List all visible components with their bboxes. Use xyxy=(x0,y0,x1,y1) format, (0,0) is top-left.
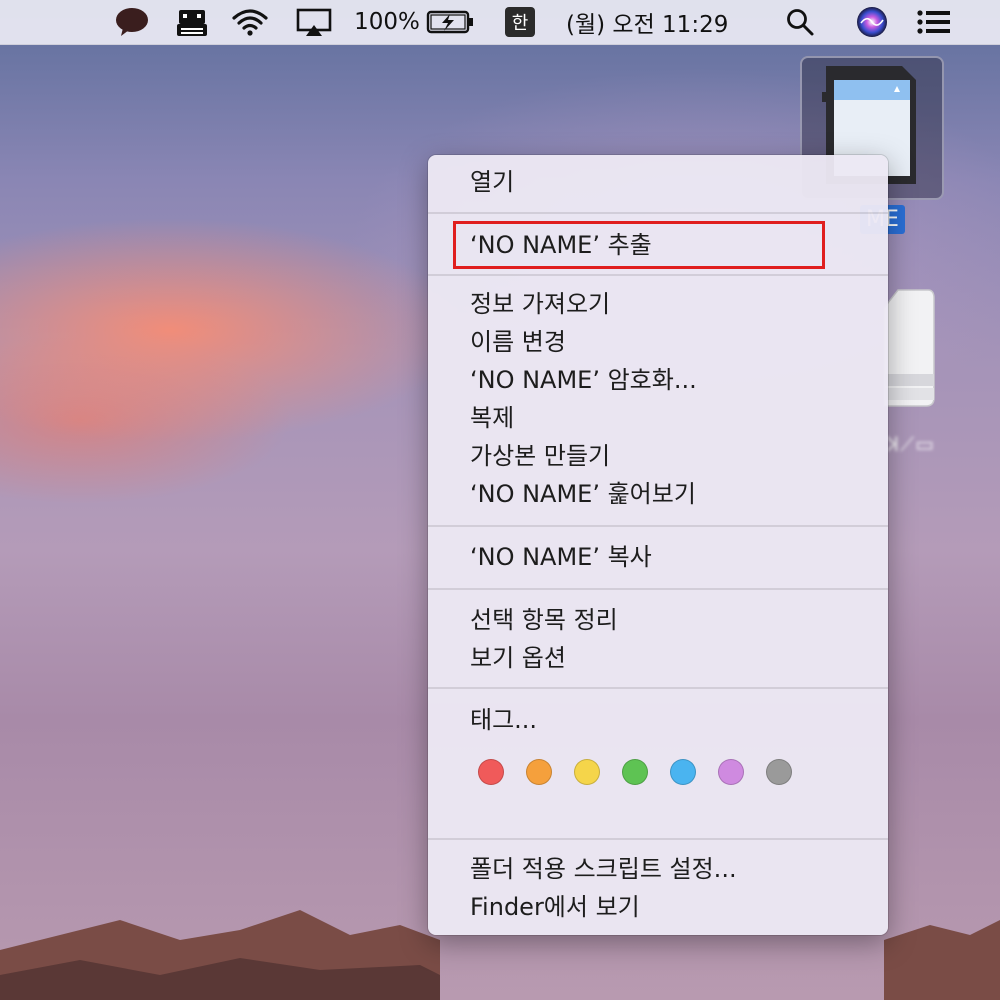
kakaotalk-icon[interactable] xyxy=(112,0,152,44)
menu-item-rename[interactable]: 이름 변경 xyxy=(428,323,888,361)
tag-color-dot[interactable] xyxy=(766,759,792,785)
menu-item-make-alias[interactable]: 가상본 만들기 xyxy=(428,437,888,475)
tag-color-dot[interactable] xyxy=(718,759,744,785)
menu-separator xyxy=(428,838,888,840)
input-method-indicator[interactable]: 한 xyxy=(502,0,538,44)
battery-charging-icon[interactable] xyxy=(424,0,478,44)
menubar-clock[interactable]: (월) 오전 11:29 xyxy=(566,0,746,44)
menu-separator xyxy=(428,274,888,276)
tag-color-dot[interactable] xyxy=(478,759,504,785)
highlight-annotation-box xyxy=(453,221,825,269)
siri-icon[interactable] xyxy=(852,0,892,44)
menu-item-encrypt[interactable]: ‘NO NAME’ 암호화... xyxy=(428,361,888,399)
menu-bar: 100% 한 (월) 오전 11:29 xyxy=(0,0,1000,45)
context-menu: 열기 ‘NO NAME’ 추출 정보 가져오기 이름 변경 ‘NO NAME’ … xyxy=(428,155,888,935)
battery-percent: 100% xyxy=(354,9,420,35)
menu-separator xyxy=(428,212,888,214)
tag-color-dot[interactable] xyxy=(526,759,552,785)
tag-color-dot[interactable] xyxy=(670,759,696,785)
notification-center-icon[interactable] xyxy=(914,0,954,44)
airplay-icon[interactable] xyxy=(294,0,334,44)
blurred-drive-label[interactable]: ꓘ⟋▭ xyxy=(886,432,935,456)
menu-separator xyxy=(428,687,888,689)
menu-item-clean-up[interactable]: 선택 항목 정리 xyxy=(428,601,888,639)
tag-color-dot[interactable] xyxy=(574,759,600,785)
spotlight-search-icon[interactable] xyxy=(782,0,818,44)
menu-item-quick-look[interactable]: ‘NO NAME’ 훑어보기 xyxy=(428,475,888,513)
menu-item-duplicate[interactable]: 복제 xyxy=(428,399,888,437)
menu-separator xyxy=(428,588,888,590)
menu-item-tags[interactable]: 태그... xyxy=(428,701,888,739)
utility-app-icon[interactable] xyxy=(172,0,212,44)
menu-item-open[interactable]: 열기 xyxy=(428,163,888,201)
menu-item-show-in-finder[interactable]: Finder에서 보기 xyxy=(428,888,888,926)
menu-item-folder-actions[interactable]: 폴더 적용 스크립트 설정... xyxy=(428,850,888,888)
menu-item-view-options[interactable]: 보기 옵션 xyxy=(428,639,888,677)
wifi-icon[interactable] xyxy=(228,0,272,44)
menu-item-get-info[interactable]: 정보 가져오기 xyxy=(428,285,888,323)
tag-color-dot[interactable] xyxy=(622,759,648,785)
menu-item-copy[interactable]: ‘NO NAME’ 복사 xyxy=(428,538,888,576)
menu-separator xyxy=(428,525,888,527)
